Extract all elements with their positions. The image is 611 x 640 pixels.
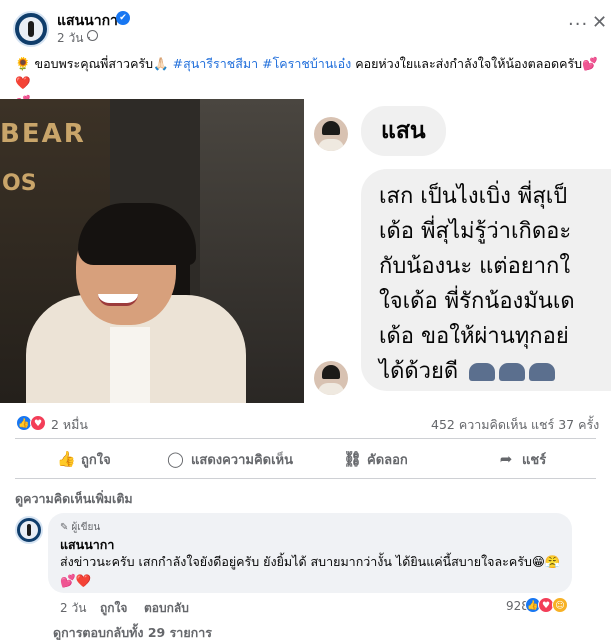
comment-label: แสดงความคิดเห็น	[191, 453, 294, 468]
chat-avatar	[314, 361, 348, 395]
share-count[interactable]: แชร์ 37 ครั้ง	[531, 415, 599, 435]
chat-avatar	[314, 117, 348, 151]
pen-icon: ✎	[60, 522, 69, 533]
view-replies-link[interactable]: ดูการตอบกลับทั้ง 29 รายการ	[53, 623, 212, 640]
divider	[15, 478, 596, 479]
chat-message-last-line: ได้ด้วยดี	[379, 354, 611, 389]
link-icon: ⛓	[343, 450, 363, 468]
facebook-post: แสนนากา ✔ 2 วัน · ··· ✕ 🌻 ขอบพระคุณพี่สา…	[0, 0, 611, 640]
like-button[interactable]: 👍 ถูกใจ	[57, 449, 111, 471]
comment-body: ส่งข่าวนะครับ เสกกำลังใจยังดีอยู่ครับ ยั…	[60, 554, 561, 569]
chat-message-bubble: เสก เป็นไงเบิ่ง พี่สุเป็ เด้อ พี่สุไม่รู…	[361, 169, 611, 391]
thumbs-up-icon: 👍	[57, 450, 76, 468]
divider	[15, 438, 596, 439]
avatar-figure	[28, 21, 34, 37]
chat-message-line: เสก เป็นไงเบิ่ง พี่สุเป็	[379, 184, 568, 209]
share-button[interactable]: ➦ แชร์	[498, 449, 546, 471]
chat-message-line: กับน้องนะ แต่อยากใ	[379, 254, 571, 279]
comment-bubble-icon: ◯	[167, 450, 184, 468]
comment-text: ส่งข่าวนะครับ เสกกำลังใจยังดีอยู่ครับ ยั…	[60, 552, 565, 590]
author-badge-label: ผู้เขียน	[71, 522, 101, 533]
care-reaction-icon: ☺	[552, 597, 568, 613]
comment-reply-button[interactable]: ตอบกลับ	[144, 599, 189, 618]
photo-sign-text: BEAR	[0, 119, 86, 149]
hashtag-link[interactable]: #สุนารีราชสีมา	[173, 56, 259, 71]
sticker-icon	[499, 363, 526, 381]
chat-screenshot-image[interactable]: แสน เสก เป็นไงเบิ่ง พี่สุเป็ เด้อ พี่สุไ…	[304, 99, 611, 403]
comment-time[interactable]: 2 วัน	[60, 599, 86, 618]
heart-emoji: 💕❤️	[60, 573, 92, 588]
comment-count[interactable]: 452 ความคิดเห็น	[431, 415, 527, 435]
page-avatar[interactable]	[13, 11, 49, 47]
post-time[interactable]: 2 วัน ·	[57, 29, 91, 48]
photo-smile	[98, 294, 138, 306]
photo-hair	[78, 203, 196, 265]
caption-text: ขอบพระคุณพี่สาวครับ🙏🏻	[30, 56, 173, 71]
verified-badge-icon: ✔	[116, 11, 130, 25]
more-options-icon[interactable]: ···	[568, 14, 588, 35]
close-icon[interactable]: ✕	[592, 12, 607, 33]
commenter-avatar[interactable]	[15, 516, 43, 544]
share-arrow-icon: ➦	[499, 450, 513, 468]
chat-message-line: เด้อ พี่สุไม่รู้ว่าเกิดอะ	[379, 219, 572, 244]
author-badge: ✎ ผู้เขียน	[60, 520, 100, 535]
post-photo[interactable]: BEAR OS	[0, 99, 304, 403]
copy-label: คัดลอก	[367, 453, 408, 468]
avatar-hair	[322, 365, 340, 379]
globe-icon	[87, 30, 98, 41]
sticker-icon	[469, 363, 496, 381]
share-label: แชร์	[522, 453, 547, 468]
view-more-comments-link[interactable]: ดูความคิดเห็นเพิ่มเติม	[15, 489, 133, 509]
avatar-body	[318, 139, 344, 151]
photo-sign-text: OS	[2, 171, 37, 196]
sunflower-emoji: 🌻	[15, 56, 31, 71]
chat-message-line: ได้ด้วยดี	[379, 359, 459, 384]
comment-like-button[interactable]: ถูกใจ	[100, 599, 127, 618]
chat-message-line: เด้อ ขอให้ผ่านทุกอย่	[379, 324, 569, 349]
chat-message-line: ใจเด้อ พี่รักน้องมันเด	[379, 289, 575, 314]
sticker-icon	[529, 363, 556, 381]
comment-button[interactable]: ◯ แสดงความคิดเห็น	[167, 449, 293, 471]
like-label: ถูกใจ	[81, 453, 111, 468]
copy-link-button[interactable]: ⛓ คัดลอก	[343, 449, 408, 471]
chat-name-bubble: แสน	[361, 106, 446, 156]
hashtag-link[interactable]: #โคราชบ้านเอ๋ง	[262, 56, 351, 71]
photo-shirt	[110, 327, 150, 403]
avatar-hair	[322, 121, 340, 135]
caption-text: คอยห่วงใยและส่งกำลังใจให้น้องตลอดครับ	[351, 56, 583, 71]
avatar-body	[318, 383, 344, 395]
love-reaction-icon[interactable]: ♥	[30, 415, 46, 431]
avatar-figure	[27, 524, 31, 536]
reaction-count[interactable]: 2 หมื่น	[51, 415, 88, 435]
comment-bubble: ✎ ผู้เขียน แสนนากา ส่งข่าวนะครับ เสกกำลัง…	[48, 513, 572, 593]
